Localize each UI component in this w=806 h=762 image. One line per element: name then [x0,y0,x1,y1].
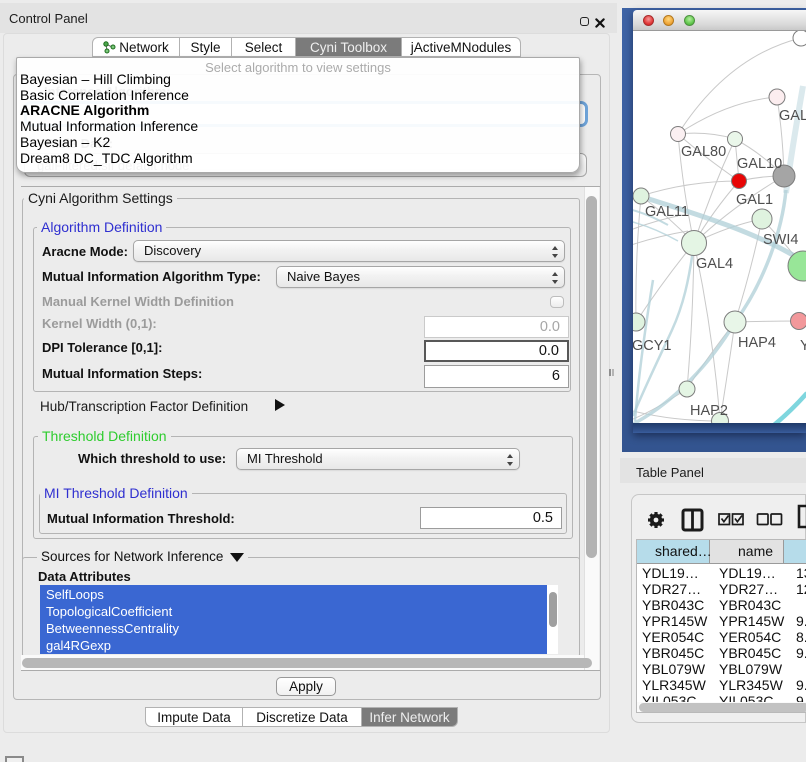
svg-text:GAL80: GAL80 [681,144,726,160]
svg-text:HAP4: HAP4 [738,335,776,351]
svg-text:SWI4: SWI4 [763,232,798,248]
svg-text:GAL10: GAL10 [737,156,782,172]
svg-text:GAL1: GAL1 [736,192,773,208]
svg-text:GAL11: GAL11 [645,204,689,220]
svg-text:HAP2: HAP2 [690,403,728,419]
svg-text:Y: Y [800,338,806,354]
svg-text:GCY1: GCY1 [633,338,672,354]
svg-text:GAL4: GAL4 [696,256,733,272]
svg-text:GAL2: GAL2 [779,108,806,124]
